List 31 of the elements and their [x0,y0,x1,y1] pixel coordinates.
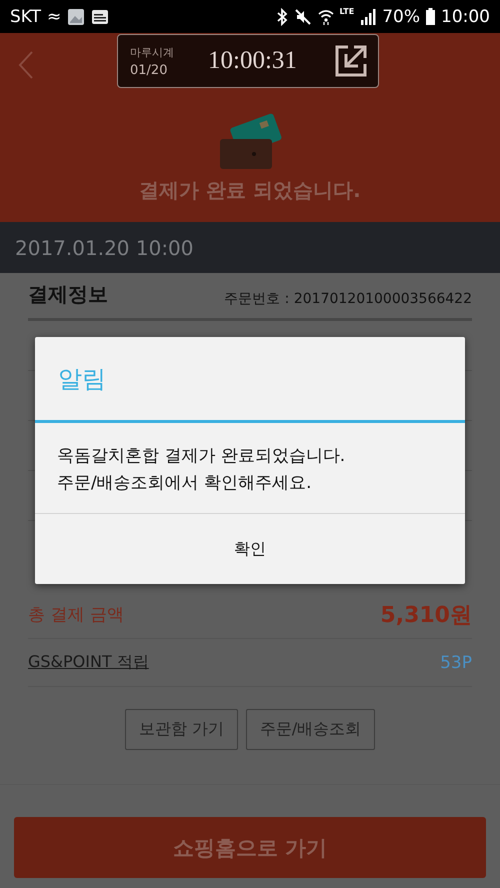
lte-label: LTE [340,7,354,16]
order-number: 주문번호 : 20170120100003566422 [224,290,472,308]
gallery-notification-icon [67,8,86,26]
dialog-message: 주문/배송조회에서 확인해주세요. [57,472,313,495]
points-value: 53P [440,652,472,672]
completion-message: 결제가 완료 되었습니다. [139,177,361,204]
battery-percent: 70% [382,6,420,26]
battery-icon [426,8,435,25]
clock-widget-time: 10:00:31 [208,47,298,75]
total-label: 총 결제 금액 [28,604,124,626]
secondary-button[interactable]: 보관함 가기 [124,709,238,750]
message-notification-icon [91,8,110,24]
dialog-title: 알림 [35,337,465,423]
mute-icon [294,8,312,26]
points-link[interactable]: GS&POINT 적립 [28,652,149,673]
wifi-icon [318,8,334,26]
bluetooth-icon [276,8,288,26]
total-amount: 5,310원 [380,602,472,630]
clock-app-name: 마루시계 [130,44,175,60]
shopping-home-button[interactable]: 쇼핑홈으로 가기 [14,817,486,878]
section-title: 결제정보 [28,281,108,308]
expand-icon[interactable] [334,44,368,78]
dialog-message: 옥돔갈치혼합 결제가 완료되었습니다. [57,445,346,468]
secondary-button[interactable]: 주문/배송조회 [246,709,376,750]
carrier-name: SKT [10,6,42,26]
network-symbol: ≈ [47,6,62,26]
confirm-button[interactable]: 확인 [35,514,465,584]
clock-time: 10:00 [441,6,490,26]
signal-icon [360,8,376,24]
clock-date: 01/20 [130,62,168,78]
order-date: 2017.01.20 10:00 [15,236,194,260]
